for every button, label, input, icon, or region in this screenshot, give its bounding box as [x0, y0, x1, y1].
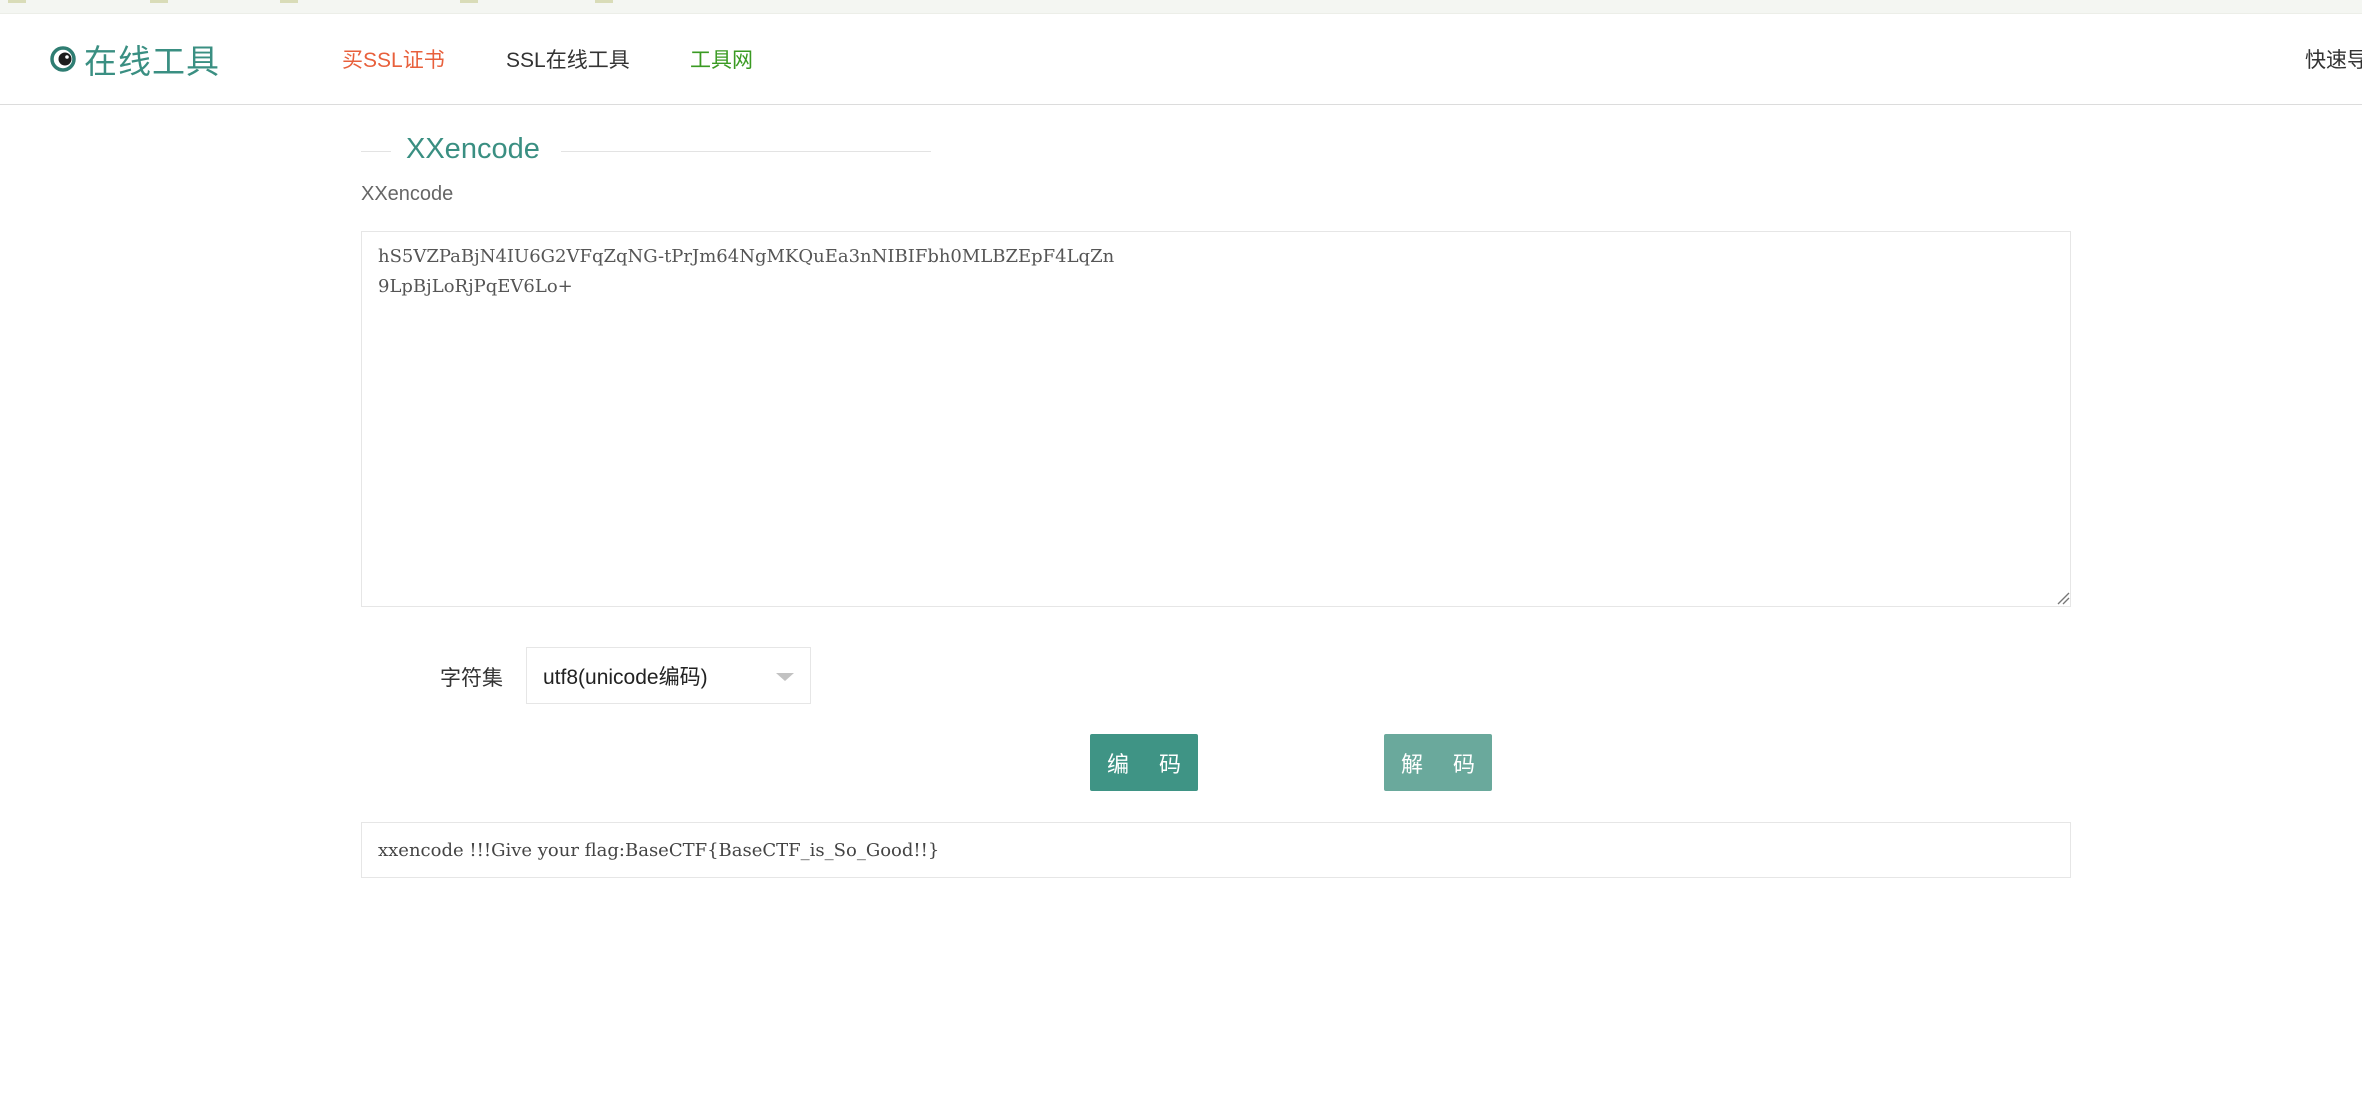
charset-label: 字符集 [440, 667, 503, 690]
legend-divider [361, 151, 391, 152]
decode-button[interactable]: 解 码 [1384, 734, 1492, 791]
tool-subtitle: XXencode [361, 183, 454, 205]
bookmark-tick [280, 0, 298, 3]
chevron-down-icon [776, 673, 794, 681]
browser-bookmark-strip [0, 0, 2362, 14]
legend-divider [561, 151, 931, 152]
site-logo[interactable]: 在线工具 [50, 39, 220, 80]
section-legend: XXencode [361, 131, 931, 171]
bookmark-tick [150, 0, 168, 3]
encode-button[interactable]: 编 码 [1090, 734, 1198, 791]
output-text: xxencode !!!Give your flag:BaseCTF{BaseC… [378, 839, 940, 861]
site-header: 在线工具 买SSL证书 SSL在线工具 工具网 快速导 [0, 14, 2362, 105]
logo-eye-icon [50, 46, 76, 72]
charset-select[interactable]: utf8(unicode编码) [526, 647, 811, 704]
nav-ssl-tools-link[interactable]: SSL在线工具 [506, 44, 630, 74]
charset-selected-value: utf8(unicode编码) [543, 665, 708, 689]
bookmark-tick [8, 0, 26, 3]
nav-tools-net-link[interactable]: 工具网 [690, 44, 753, 74]
resize-grip-icon[interactable] [2056, 591, 2070, 605]
bookmark-tick [460, 0, 478, 3]
logo-text: 在线工具 [84, 43, 220, 80]
nav-quick-nav-link[interactable]: 快速导 [2305, 44, 2362, 74]
input-textarea[interactable]: hS5VZPaBjN4IU6G2VFqZqNG-tPrJm64NgMKQuEa3… [361, 231, 2071, 607]
bookmark-tick [595, 0, 613, 3]
nav-buy-ssl-link[interactable]: 买SSL证书 [342, 44, 445, 74]
page-title: XXencode [406, 133, 540, 165]
output-field[interactable]: xxencode !!!Give your flag:BaseCTF{BaseC… [361, 822, 2071, 878]
